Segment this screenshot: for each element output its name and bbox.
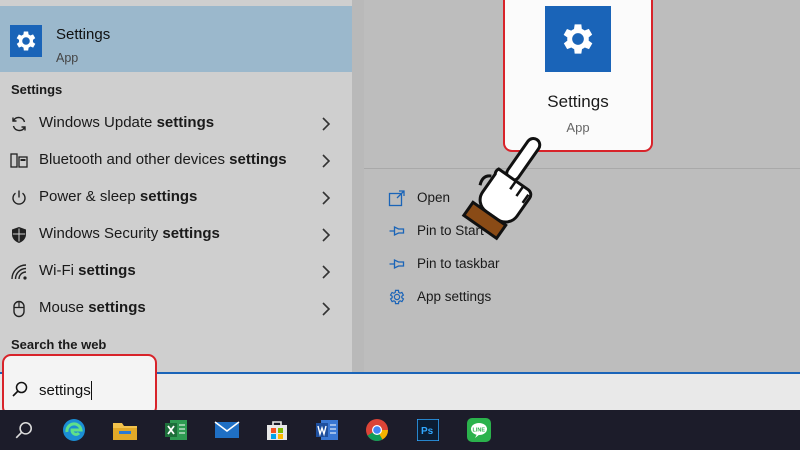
action-label: Pin to taskbar bbox=[417, 256, 500, 271]
chevron-right-icon bbox=[319, 152, 333, 170]
chevron-right-icon bbox=[319, 226, 333, 244]
divider bbox=[364, 168, 800, 169]
open-icon bbox=[388, 190, 405, 207]
app-preview-card[interactable]: Settings App bbox=[503, 0, 653, 152]
action-label: App settings bbox=[417, 289, 492, 304]
result-bluetooth-settings[interactable]: Bluetooth and other devices settings bbox=[0, 143, 352, 179]
result-label: Windows Security settings bbox=[39, 225, 220, 242]
result-label: Wi-Fi settings bbox=[39, 262, 136, 279]
wifi-icon bbox=[10, 263, 28, 281]
devices-icon bbox=[10, 152, 28, 170]
action-app-settings[interactable]: App settings bbox=[388, 286, 588, 308]
result-label: Mouse settings bbox=[39, 299, 146, 316]
result-wifi-settings[interactable]: Wi-Fi settings bbox=[0, 254, 352, 290]
result-mouse-settings[interactable]: Mouse settings bbox=[0, 291, 352, 327]
text-caret bbox=[91, 381, 92, 400]
chevron-right-icon bbox=[319, 189, 333, 207]
section-label-search-web: Search the web bbox=[11, 337, 107, 352]
power-icon bbox=[10, 189, 28, 207]
action-label: Open bbox=[417, 190, 451, 205]
pin-icon bbox=[389, 225, 405, 237]
result-label: Windows Update settings bbox=[39, 114, 215, 131]
preview-subtitle: App bbox=[566, 120, 590, 135]
chevron-right-icon bbox=[319, 263, 333, 281]
mail-icon[interactable] bbox=[203, 410, 251, 450]
pin-icon bbox=[389, 258, 405, 270]
excel-icon[interactable] bbox=[152, 410, 200, 450]
chrome-icon[interactable] bbox=[353, 410, 401, 450]
result-label: Power & sleep settings bbox=[39, 188, 198, 205]
gear-icon bbox=[389, 289, 405, 305]
chevron-right-icon bbox=[319, 115, 333, 133]
gear-icon bbox=[545, 6, 611, 72]
search-query[interactable]: settings bbox=[39, 382, 91, 399]
gear-icon bbox=[10, 25, 42, 57]
store-icon[interactable] bbox=[253, 410, 301, 450]
word-icon[interactable] bbox=[303, 410, 351, 450]
svg-text:LINE: LINE bbox=[473, 428, 486, 434]
svg-text:Ps: Ps bbox=[421, 426, 434, 437]
pointing-hand-icon bbox=[461, 136, 542, 241]
photoshop-icon[interactable]: Ps bbox=[404, 410, 452, 450]
preview-title: Settings bbox=[547, 92, 609, 111]
best-match-title: Settings bbox=[56, 26, 111, 43]
result-windows-security-settings[interactable]: Windows Security settings bbox=[0, 217, 352, 253]
result-windows-update-settings[interactable]: Windows Update settings bbox=[0, 106, 352, 142]
result-power-sleep-settings[interactable]: Power & sleep settings bbox=[0, 180, 352, 216]
best-match-settings-app[interactable]: Settings App bbox=[0, 6, 352, 72]
edge-icon[interactable] bbox=[50, 410, 98, 450]
search-icon bbox=[12, 381, 28, 397]
result-label: Bluetooth and other devices settings bbox=[39, 151, 287, 168]
shield-icon bbox=[10, 226, 28, 244]
chevron-right-icon bbox=[319, 300, 333, 318]
best-match-subtitle: App bbox=[56, 51, 79, 65]
section-label-settings: Settings bbox=[11, 82, 63, 97]
mouse-icon bbox=[10, 300, 28, 318]
taskbar-search-icon[interactable] bbox=[0, 410, 48, 450]
line-icon[interactable]: LINE bbox=[455, 410, 503, 450]
taskbar: Ps LINE bbox=[0, 410, 800, 450]
sync-icon bbox=[10, 115, 28, 133]
file-explorer-icon[interactable] bbox=[101, 410, 149, 450]
action-pin-to-taskbar[interactable]: Pin to taskbar bbox=[388, 253, 588, 275]
search-results-panel: Settings App Settings Windows Update set… bbox=[0, 0, 352, 372]
